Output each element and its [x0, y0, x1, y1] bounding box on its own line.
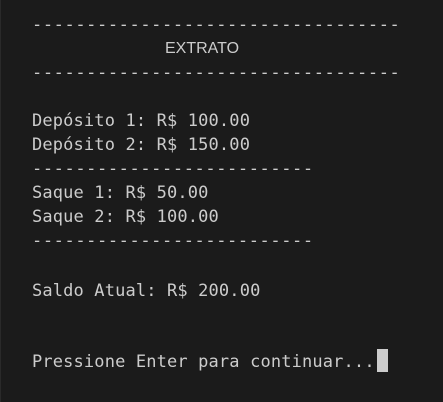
- withdrawal-line-2: Saque 2: R$ 100.00: [32, 207, 219, 227]
- separator-deposits: --------------------------: [32, 159, 314, 179]
- deposit-line-2: Depósito 2: R$ 150.00: [32, 135, 251, 155]
- statement-title: EXTRATO: [165, 40, 240, 57]
- withdrawal-line-1: Saque 1: R$ 50.00: [32, 183, 209, 203]
- separator-title-bottom: ----------------------------------: [32, 63, 401, 83]
- text-cursor: [376, 349, 388, 372]
- continue-prompt[interactable]: Pressione Enter para continuar...: [32, 349, 388, 373]
- deposit-line-1: Depósito 1: R$ 100.00: [32, 111, 251, 131]
- separator-top: ----------------------------------: [32, 15, 401, 35]
- console-window[interactable]: ---------------------------------- EXTRA…: [0, 0, 443, 402]
- continue-prompt-text: Pressione Enter para continuar...: [32, 352, 375, 372]
- separator-withdrawals: --------------------------: [32, 231, 314, 251]
- current-balance-line: Saldo Atual: R$ 200.00: [32, 281, 261, 301]
